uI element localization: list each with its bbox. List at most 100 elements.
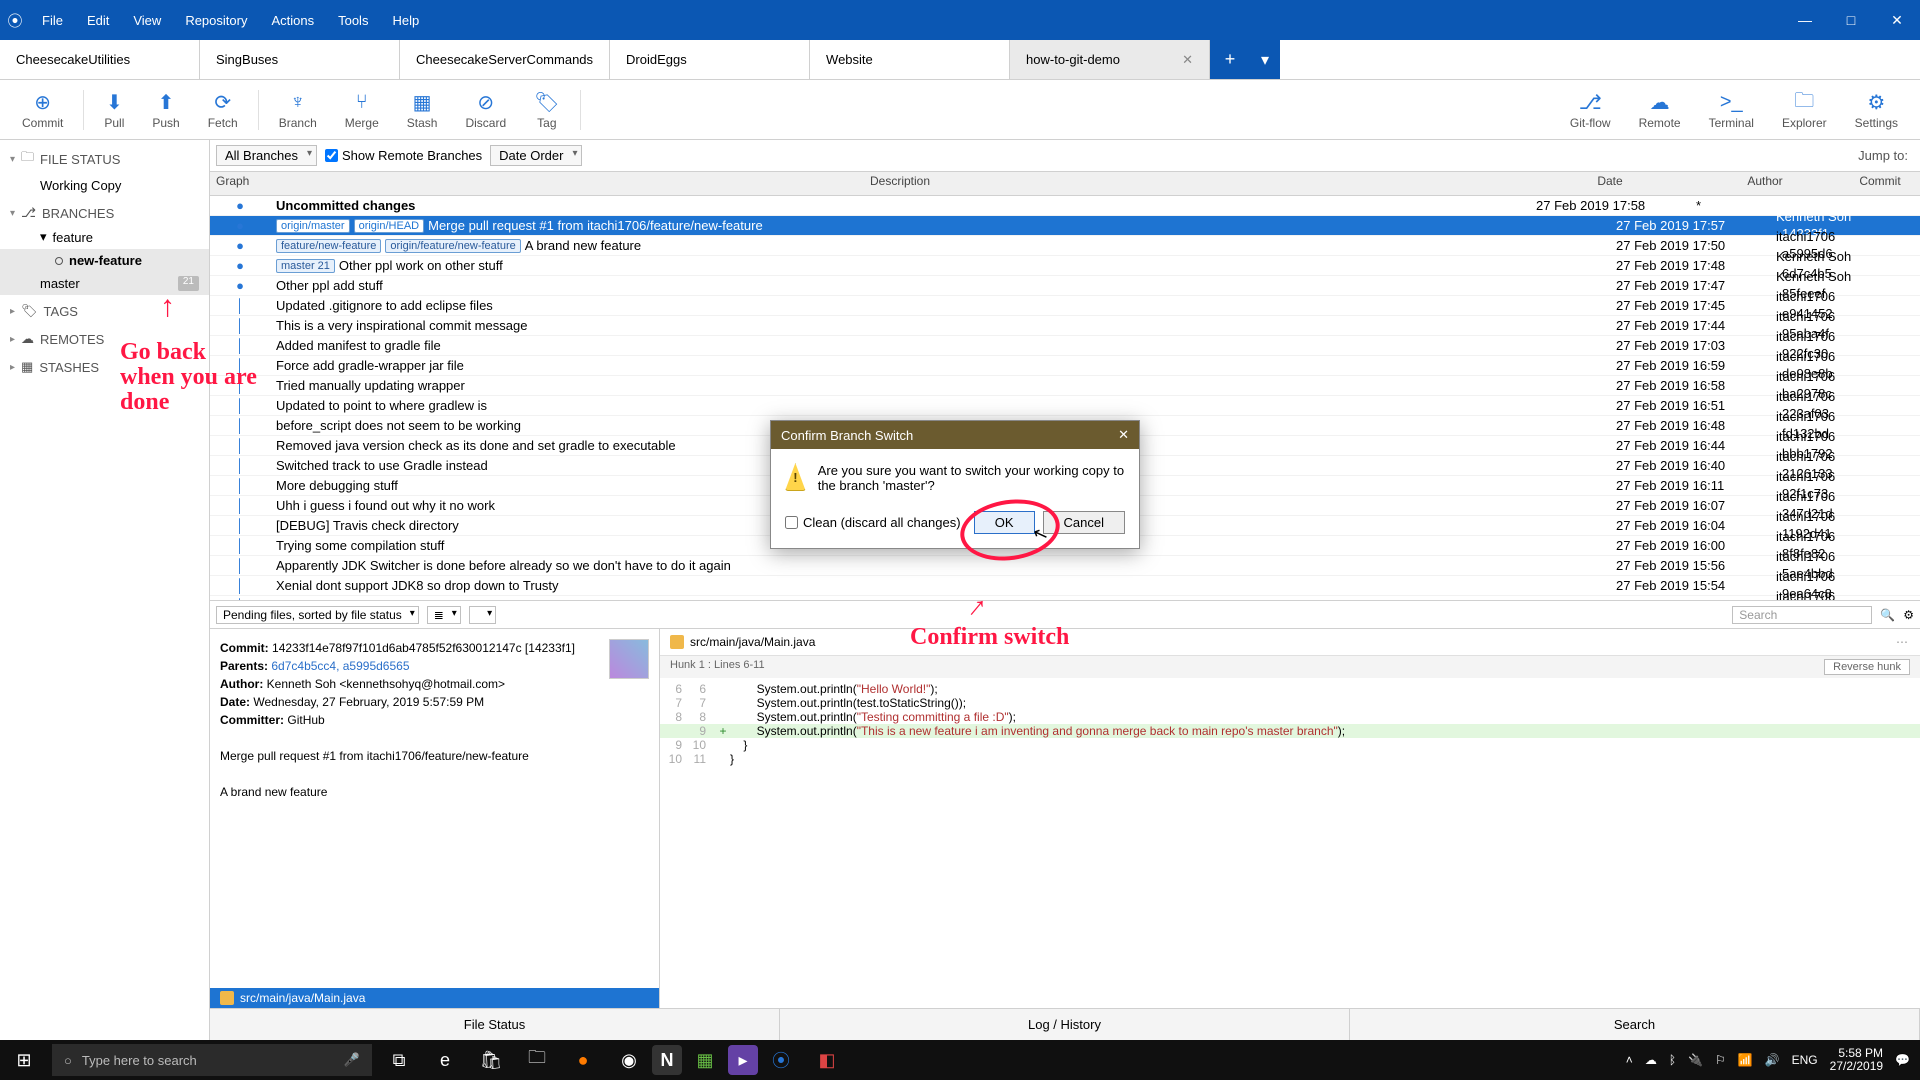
chrome-icon[interactable]: ◉ (606, 1040, 652, 1080)
firefox-icon[interactable]: ● (560, 1040, 606, 1080)
commit-row[interactable]: │Apparently JDK Switcher is done before … (210, 556, 1920, 576)
tag-button[interactable]: 🏷Tag (520, 90, 573, 130)
view-mode-dropdown[interactable]: ≣ (427, 606, 461, 624)
detail-tab[interactable]: Search (1350, 1009, 1920, 1040)
sidebar-section-stashes[interactable]: ▸▦ STASHES (0, 351, 209, 379)
sidebar-section-remotes[interactable]: ▸☁ REMOTES (0, 323, 209, 351)
repo-tab[interactable]: DroidEggs (610, 40, 810, 79)
detail-tab[interactable]: Log / History (780, 1009, 1350, 1040)
menu-actions[interactable]: Actions (259, 13, 326, 28)
menu-tools[interactable]: Tools (326, 13, 380, 28)
cancel-button[interactable]: Cancel (1043, 511, 1125, 534)
file-row[interactable]: src/main/java/Main.java (210, 988, 659, 1008)
explorer-icon[interactable]: 🗀 (514, 1040, 560, 1080)
sidebar-section-branches[interactable]: ▾⎇ BRANCHES (0, 197, 209, 225)
menu-repository[interactable]: Repository (173, 13, 259, 28)
taskbar-search-input[interactable]: ○ Type here to search🎤 (52, 1044, 372, 1076)
branch-button[interactable]: ♆Branch (265, 90, 331, 130)
col-description[interactable]: Description (270, 172, 1530, 195)
col-date[interactable]: Date (1530, 172, 1690, 195)
repo-tab[interactable]: CheesecakeUtilities (0, 40, 200, 79)
minimize-button[interactable]: — (1782, 0, 1828, 40)
ok-button[interactable]: OK (974, 511, 1035, 534)
more-icon[interactable]: ⋯ (1896, 635, 1910, 649)
volume-icon[interactable]: 🔊 (1765, 1053, 1780, 1067)
sourcetree-icon[interactable]: ⦿ (758, 1040, 804, 1080)
settings-button[interactable]: ⚙Settings (1841, 90, 1912, 130)
language-indicator[interactable]: ENG (1792, 1053, 1818, 1067)
repo-tab[interactable]: how-to-git-demo✕ (1010, 40, 1210, 79)
commit-row[interactable]: │This is a very inspirational commit mes… (210, 316, 1920, 336)
clean-checkbox[interactable]: Clean (discard all changes) (785, 515, 961, 530)
tab-dropdown[interactable]: ▾ (1250, 40, 1280, 79)
clock[interactable]: 5:58 PM27/2/2019 (1830, 1047, 1883, 1073)
notifications-icon[interactable]: 💬 (1895, 1053, 1910, 1067)
minecraft-icon[interactable]: ▦ (682, 1040, 728, 1080)
menu-help[interactable]: Help (380, 13, 431, 28)
push-button[interactable]: ⬆Push (138, 90, 193, 130)
tray-chevron-icon[interactable]: ˄ (1626, 1053, 1633, 1067)
sidebar-section-tags[interactable]: ▸🏷 TAGS (0, 295, 209, 323)
pull-button[interactable]: ⬇Pull (90, 90, 138, 130)
sidebar-section-file-status[interactable]: ▾🗀 FILE STATUS (0, 140, 209, 174)
repo-tab[interactable]: SingBuses (200, 40, 400, 79)
commit-row[interactable]: │Added manifest to gradle file27 Feb 201… (210, 336, 1920, 356)
commit-row[interactable]: │Updated to point to where gradlew is27 … (210, 396, 1920, 416)
branch-filter-dropdown[interactable]: All Branches (216, 145, 317, 166)
sidebar-item-working-copy[interactable]: Working Copy (0, 174, 209, 197)
explorer-button[interactable]: 🗀Explorer (1768, 90, 1841, 130)
onedrive-icon[interactable]: ☁ (1645, 1053, 1657, 1067)
discard-button[interactable]: ⊘Discard (451, 90, 520, 130)
git-flow-button[interactable]: ⎇Git-flow (1556, 90, 1625, 130)
repo-tab[interactable]: Website (810, 40, 1010, 79)
commit-row[interactable]: │Xenial dont support JDK8 so drop down t… (210, 576, 1920, 596)
show-remote-checkbox[interactable]: Show Remote Branches (325, 148, 482, 163)
power-icon[interactable]: 🔌 (1688, 1053, 1703, 1067)
sort-dropdown[interactable] (469, 606, 496, 624)
bluetooth-icon[interactable]: ᛒ (1669, 1053, 1676, 1067)
task-view-icon[interactable]: ⧉ (376, 1040, 422, 1080)
close-icon[interactable]: ✕ (1182, 52, 1193, 68)
pending-files-dropdown[interactable]: Pending files, sorted by file status (216, 606, 419, 624)
fetch-button[interactable]: ⟳Fetch (194, 90, 252, 130)
diff-code[interactable]: 66 System.out.println("Hello World!");77… (660, 678, 1920, 770)
remote-button[interactable]: ☁Remote (1625, 90, 1695, 130)
repo-tab[interactable]: CheesecakeServerCommands (400, 40, 610, 79)
reverse-hunk-button[interactable]: Reverse hunk (1824, 659, 1910, 675)
notion-icon[interactable]: N (652, 1045, 682, 1075)
commit-row[interactable]: │Updated .gitignore to add eclipse files… (210, 296, 1920, 316)
commit-row[interactable]: ●Uncommitted changes27 Feb 2019 17:58* (210, 196, 1920, 216)
detail-tab[interactable]: File Status (210, 1009, 780, 1040)
menu-file[interactable]: File (30, 13, 75, 28)
stash-button[interactable]: ▦Stash (393, 90, 452, 130)
close-icon[interactable]: ✕ (1118, 427, 1129, 443)
commit-row[interactable]: │Force add gradle-wrapper jar file27 Feb… (210, 356, 1920, 376)
commit-row[interactable]: ●Other ppl add stuff27 Feb 2019 17:47Ken… (210, 276, 1920, 296)
commit-row[interactable]: │Tried manually updating wrapper27 Feb 2… (210, 376, 1920, 396)
commit-row[interactable]: ●master 21Other ppl work on other stuff2… (210, 256, 1920, 276)
mic-icon[interactable]: 🎤 (344, 1052, 360, 1068)
col-graph[interactable]: Graph (210, 172, 270, 195)
commit-row[interactable]: ●origin/masterorigin/HEADMerge pull requ… (210, 216, 1920, 236)
merge-button[interactable]: ⑂Merge (331, 90, 393, 130)
edge-icon[interactable]: e (422, 1040, 468, 1080)
detail-search-input[interactable]: Search (1732, 606, 1872, 624)
col-author[interactable]: Author (1690, 172, 1840, 195)
menu-edit[interactable]: Edit (75, 13, 121, 28)
store-icon[interactable]: 🛍 (468, 1040, 514, 1080)
sidebar-item-new-feature[interactable]: new-feature (0, 249, 209, 272)
terminal-button[interactable]: >_Terminal (1695, 90, 1768, 130)
order-dropdown[interactable]: Date Order (490, 145, 582, 166)
search-icon[interactable]: 🔍 (1880, 608, 1895, 622)
close-button[interactable]: ✕ (1874, 0, 1920, 40)
add-tab-button[interactable]: + (1210, 40, 1250, 79)
app-icon[interactable]: ◧ (804, 1040, 850, 1080)
commit-row[interactable]: ●feature/new-featureorigin/feature/new-f… (210, 236, 1920, 256)
gear-icon[interactable]: ⚙ (1903, 608, 1914, 622)
security-icon[interactable]: ⚐ (1715, 1053, 1726, 1067)
twitch-icon[interactable]: ▸ (728, 1045, 758, 1075)
start-button[interactable]: ⊞ (0, 1040, 48, 1080)
menu-view[interactable]: View (121, 13, 173, 28)
maximize-button[interactable]: □ (1828, 0, 1874, 40)
sidebar-item-feature[interactable]: ▾feature (0, 225, 209, 249)
